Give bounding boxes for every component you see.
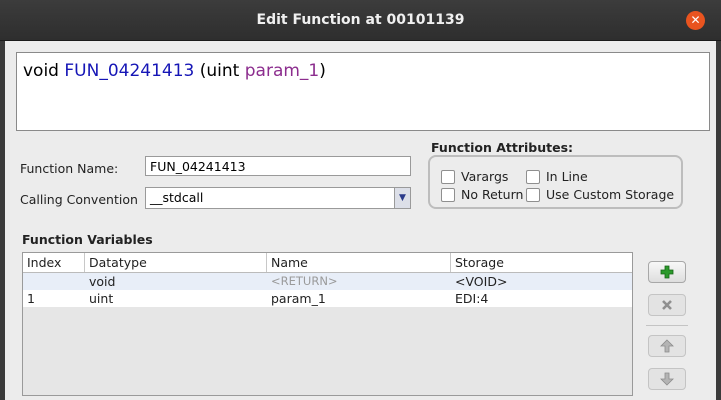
calling-convention-value: __stdcall bbox=[150, 190, 204, 205]
signature-function-name: FUN_04241413 bbox=[64, 61, 195, 81]
no-return-checkbox[interactable]: No Return bbox=[441, 187, 523, 202]
cell-name[interactable]: param_1 bbox=[267, 290, 326, 307]
close-icon: ✕ bbox=[690, 13, 701, 27]
function-name-field[interactable]: FUN_04241413 bbox=[145, 156, 411, 176]
calling-convention-select[interactable]: __stdcall ▼ bbox=[145, 187, 411, 209]
in-line-checkbox[interactable]: In Line bbox=[526, 169, 588, 184]
checkbox-box[interactable] bbox=[441, 169, 455, 184]
cell-datatype[interactable]: void bbox=[85, 273, 115, 290]
param-type: uint bbox=[206, 61, 240, 81]
cell-index bbox=[23, 273, 27, 290]
table-header: Index Datatype Name Storage bbox=[23, 253, 632, 273]
function-variables-title: Function Variables bbox=[22, 232, 153, 247]
table-row[interactable]: 1 uint param_1 EDI:4 bbox=[23, 290, 632, 307]
move-down-button[interactable] bbox=[648, 368, 686, 390]
checkbox-box[interactable] bbox=[526, 169, 540, 184]
cell-datatype[interactable]: uint bbox=[85, 290, 113, 307]
cell-index: 1 bbox=[27, 291, 35, 306]
button-separator bbox=[646, 325, 688, 326]
edit-function-dialog: void FUN_04241413 (uint param_1) Functio… bbox=[5, 41, 716, 400]
window-title: Edit Function at 00101139 bbox=[256, 12, 465, 28]
cell-name: <RETURN> bbox=[271, 274, 338, 288]
signature-text: void FUN_04241413 (uint param_1) bbox=[23, 61, 326, 81]
table-row[interactable]: void <RETURN> <VOID> bbox=[23, 273, 632, 290]
function-name-label: Function Name: bbox=[20, 161, 119, 176]
calling-convention-label: Calling Convention bbox=[20, 192, 138, 207]
signature-editor[interactable]: void FUN_04241413 (uint param_1) bbox=[16, 52, 710, 131]
arrow-down-icon bbox=[660, 372, 674, 386]
return-type: void bbox=[23, 61, 59, 81]
checkbox-box[interactable] bbox=[526, 187, 540, 202]
variables-table: Index Datatype Name Storage void <RETURN… bbox=[22, 252, 633, 396]
plus-icon bbox=[660, 265, 674, 279]
use-custom-storage-label: Use Custom Storage bbox=[546, 187, 675, 202]
arrow-up-icon bbox=[660, 339, 674, 353]
varargs-label: Varargs bbox=[461, 169, 509, 184]
close-button[interactable]: ✕ bbox=[686, 11, 705, 30]
checkbox-box[interactable] bbox=[441, 187, 455, 202]
move-up-button[interactable] bbox=[648, 335, 686, 357]
cell-storage[interactable]: <VOID> bbox=[451, 273, 507, 290]
use-custom-storage-checkbox[interactable]: Use Custom Storage bbox=[526, 187, 674, 202]
title-bar: Edit Function at 00101139 ✕ bbox=[0, 0, 721, 41]
param-name: param_1 bbox=[244, 61, 320, 81]
varargs-checkbox[interactable]: Varargs bbox=[441, 169, 508, 184]
column-header-index[interactable]: Index bbox=[23, 253, 85, 272]
function-attributes-title: Function Attributes: bbox=[431, 140, 574, 155]
column-header-storage[interactable]: Storage bbox=[451, 253, 632, 272]
add-variable-button[interactable] bbox=[648, 261, 686, 283]
chevron-down-icon[interactable]: ▼ bbox=[394, 188, 410, 208]
close-paren: ) bbox=[319, 61, 326, 81]
x-icon bbox=[662, 300, 672, 310]
column-header-name[interactable]: Name bbox=[267, 253, 451, 272]
cell-storage[interactable]: EDI:4 bbox=[451, 290, 488, 307]
remove-variable-button[interactable] bbox=[648, 294, 686, 316]
in-line-label: In Line bbox=[546, 169, 588, 184]
no-return-label: No Return bbox=[461, 187, 524, 202]
column-header-datatype[interactable]: Datatype bbox=[85, 253, 267, 272]
